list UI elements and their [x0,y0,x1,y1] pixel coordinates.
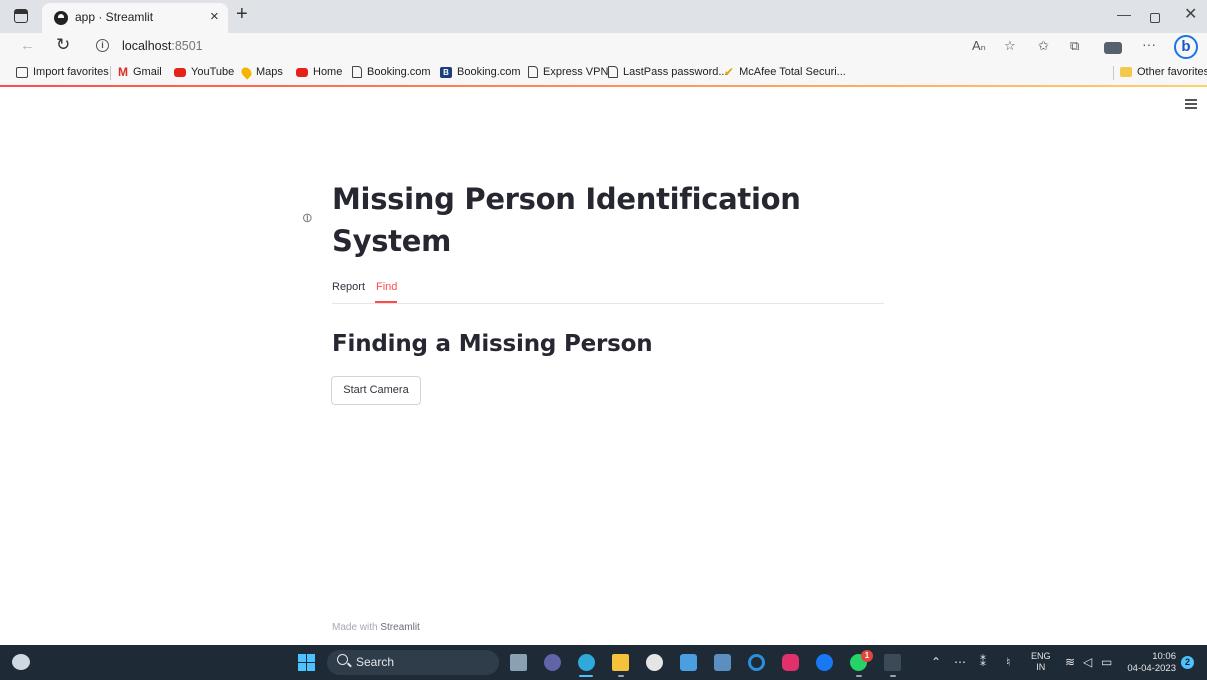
mcafee-check-icon: ✔ [724,64,735,79]
file-explorer-icon[interactable] [612,654,629,671]
url-text: localhost:8501 [122,39,203,53]
tab-list: Report Find [332,278,884,304]
bookmark-other-favorites[interactable]: Other favorites [1120,66,1207,78]
streamlit-favicon-icon [54,11,68,25]
profile-avatar-icon[interactable] [1104,42,1122,54]
windows-taskbar: Search 1 ⌃ ⋯ ⁑ ♮ ENG IN ≋ ◁ ▭ 10:06 04-04-… [0,645,1207,680]
battery-icon[interactable]: ▭ [1101,655,1112,669]
youtube-icon [174,67,186,77]
copilot-icon[interactable]: b [1174,35,1198,59]
running-app-indicator [890,675,896,677]
bookmarks-bar: Import favorites M Gmail YouTube Maps Hom… [0,61,1207,85]
page-icon [608,66,618,78]
tray-chevron-icon[interactable]: ⌃ [931,655,941,669]
site-info-icon[interactable]: i [96,39,109,52]
bookmark-mcafee[interactable]: ✔ McAfee Total Securi... [724,64,846,79]
task-view-icon[interactable] [510,654,527,671]
bookmark-booking-1[interactable]: Booking.com [352,66,431,78]
browser-tab-bar: app · Streamlit × + — ✕ [0,0,1207,33]
active-tab-indicator [375,301,397,303]
page-title: Missing Person Identification System [332,182,801,258]
add-favorite-icon[interactable]: ☆ [1004,38,1016,54]
mail-icon[interactable] [680,654,697,671]
tab-title: app · Streamlit [75,10,154,24]
start-camera-button[interactable]: Start Camera [331,376,421,405]
close-window-button[interactable]: ✕ [1184,4,1197,24]
browser-tab-active[interactable]: app · Streamlit × [42,3,228,33]
taskbar-search-box[interactable]: Search [327,650,499,675]
url-field[interactable]: i localhost:8501 [86,36,966,58]
reload-icon[interactable]: ↻ [56,35,70,55]
clock[interactable]: 10:06 04-04-2023 [1126,651,1176,675]
page-icon [528,66,538,78]
whatsapp-badge: 1 [861,650,873,662]
tray-network-off-icon[interactable]: ⋯ [954,655,966,669]
bookmark-gmail[interactable]: M Gmail [118,64,162,79]
bookmark-express-vpn[interactable]: Express VPN [528,66,608,78]
bookmark-separator [1113,66,1114,80]
running-app-indicator [856,675,862,677]
bookmark-separator [110,66,111,80]
search-label: Search [356,655,395,669]
edge-browser-icon[interactable] [578,654,595,671]
back-arrow-icon[interactable]: ← [20,37,35,54]
page-icon [352,66,362,78]
footer: Made with Streamlit [332,622,420,633]
active-app-indicator [579,675,593,677]
tab-report[interactable]: Report [332,281,365,293]
volume-icon[interactable]: ◁ [1083,655,1092,669]
start-menu-icon[interactable] [298,654,315,671]
youtube-icon [296,67,308,77]
new-tab-button[interactable]: + [236,3,248,26]
maximize-button[interactable] [1150,13,1160,23]
microphone-icon[interactable]: ♮ [1006,655,1010,669]
section-heading: Finding a Missing Person [332,331,653,357]
notification-badge[interactable]: 2 [1181,656,1194,669]
collections-icon[interactable]: ⧉ [1070,38,1079,54]
tab-actions-icon[interactable] [14,9,28,23]
address-bar-row: ← ↻ i localhost:8501 Aₙ ☆ ✩ ⧉ ··· b [0,33,1207,61]
wifi-icon[interactable]: ≋ [1065,655,1075,669]
maps-pin-icon [239,64,254,80]
weather-widget-icon[interactable] [12,654,30,670]
bookmark-import-favorites[interactable]: Import favorites [16,66,109,78]
read-aloud-icon[interactable]: Aₙ [972,38,986,54]
tab-find[interactable]: Find [376,281,397,293]
minimize-button[interactable]: — [1117,6,1131,22]
language-indicator[interactable]: ENG IN [1031,651,1051,673]
streamlit-link[interactable]: Streamlit [380,622,419,633]
search-icon [337,654,348,665]
tab-close-icon[interactable]: × [210,8,219,25]
bookmark-youtube[interactable]: YouTube [174,66,234,78]
terminal-icon[interactable] [884,654,901,671]
tray-app-icon[interactable]: ⁑ [980,655,986,669]
cortana-icon[interactable] [748,654,765,671]
streamlit-header-decoration [0,85,1207,87]
more-options-icon[interactable]: ··· [1142,36,1156,52]
anchor-link-icon[interactable]: ⊘ [298,208,317,227]
teams-chat-icon[interactable] [544,654,561,671]
facebook-icon[interactable] [816,654,833,671]
main-menu-icon[interactable] [1185,99,1197,109]
bookmark-maps[interactable]: Maps [239,64,283,80]
bookmark-booking-2[interactable]: B Booking.com [440,66,521,78]
bookmark-home[interactable]: Home [296,66,342,78]
store-icon[interactable] [714,654,731,671]
running-app-indicator [618,675,624,677]
instagram-icon[interactable] [782,654,799,671]
bookmark-lastpass[interactable]: LastPass password... [608,66,728,78]
gmail-icon: M [118,64,128,79]
booking-icon: B [440,66,452,78]
folder-icon [1120,67,1132,77]
favorites-icon[interactable]: ✩ [1038,38,1049,54]
import-icon [16,66,28,78]
chrome-icon[interactable] [646,654,663,671]
